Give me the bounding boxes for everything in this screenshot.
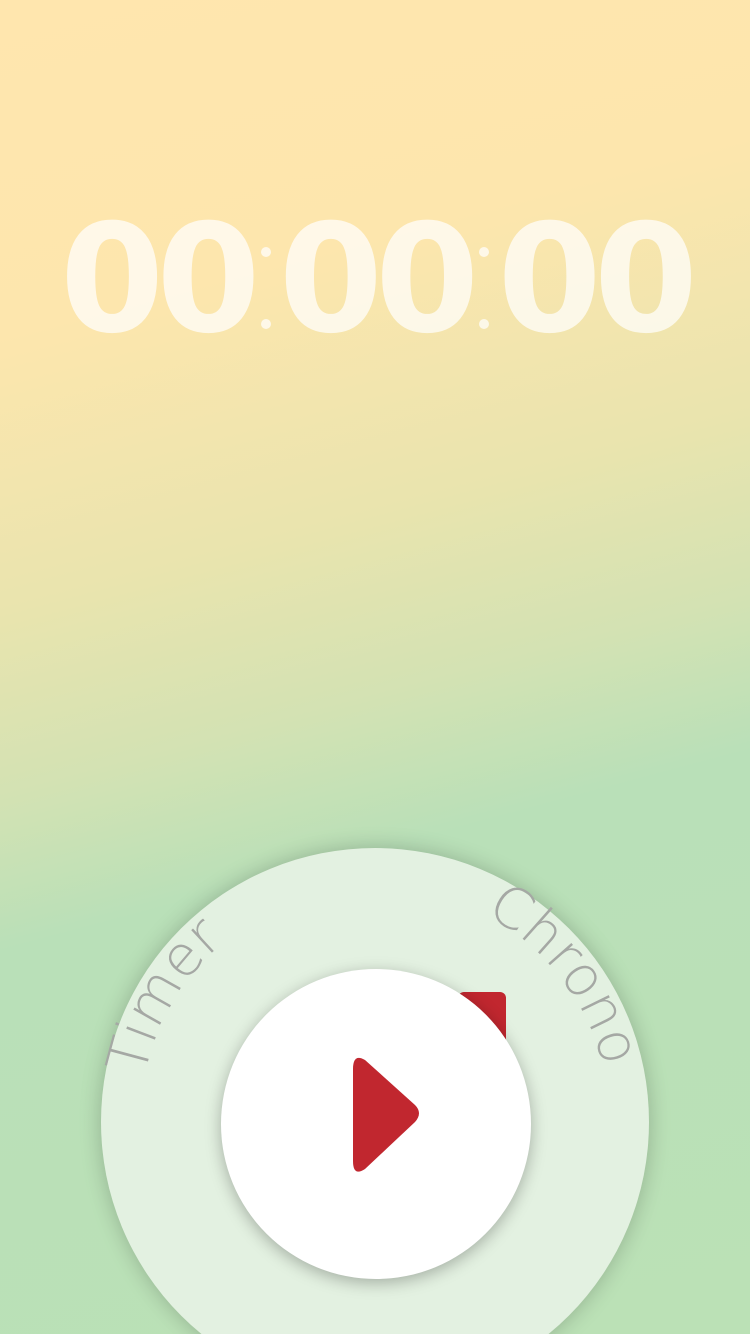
play-icon (353, 1057, 419, 1172)
mode-timer-label[interactable]: Timer (95, 904, 234, 1080)
time-separator (260, 247, 271, 329)
time-display: 00 00 00 (0, 190, 750, 370)
hours-value: 00 (59, 193, 261, 367)
time-separator (479, 247, 490, 329)
play-button[interactable] (221, 969, 531, 1279)
minutes-value: 00 (278, 193, 480, 367)
seconds-value: 00 (497, 193, 698, 367)
